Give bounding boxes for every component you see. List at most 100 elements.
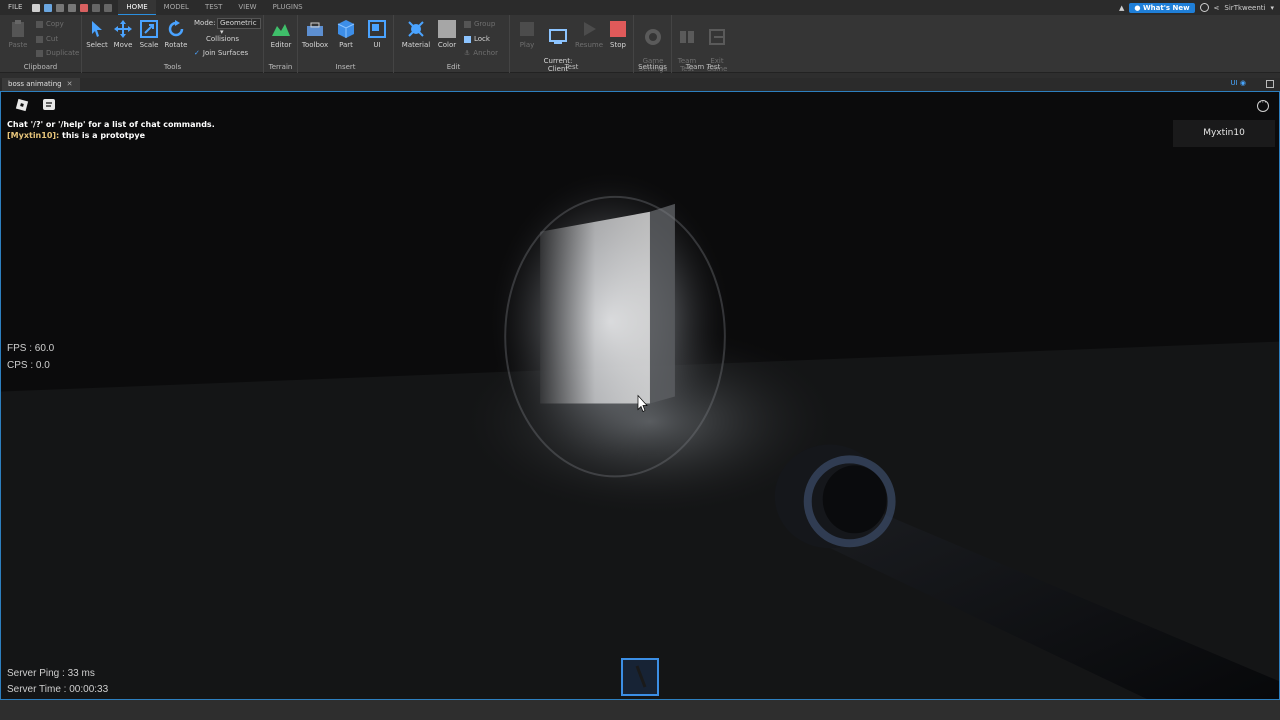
insert-group: Toolbox Part UI Insert [298,15,394,73]
status-bar [0,700,1280,720]
ui-toggle-label: UI [1230,79,1238,87]
roblox-studio-window: FILE HOME MODEL TEST VIEW PLUGINS ▲ ● Wh… [0,0,1280,720]
mode-label: Mode: [194,19,215,27]
help-icon[interactable] [1199,3,1209,12]
resume-button[interactable]: Resume [574,19,604,49]
stop-quick-icon[interactable] [80,3,89,12]
ui-icon [368,20,386,38]
toolbox-label: Toolbox [301,41,329,49]
terrain-editor-button[interactable]: Editor [266,19,296,49]
whats-new-button[interactable]: ● What's New [1129,2,1195,13]
more-options-icon[interactable] [1257,98,1269,112]
part-label: Part [339,41,353,49]
gear-icon [645,29,661,45]
menu-bar: FILE HOME MODEL TEST VIEW PLUGINS ▲ ● Wh… [0,0,1280,15]
move-label: Move [113,41,133,49]
clipboard-group: Paste Copy Cut Duplicate Clipboard [0,15,82,73]
player-list[interactable]: Myxtin10 [1173,120,1275,147]
checkmark-icon: ✓ [194,49,200,57]
open-icon[interactable] [44,3,53,12]
tab-test[interactable]: TEST [197,0,230,15]
hotbar-slot-flashlight[interactable] [621,658,659,696]
rotate-label: Rotate [164,41,188,49]
copy-button[interactable]: Copy [36,20,64,28]
publish-icon[interactable] [68,3,77,12]
exit-game-icon [709,29,725,45]
chevron-down-icon[interactable]: ▾ [1270,4,1274,12]
terrain-group: Editor Terrain [264,15,298,73]
part-button[interactable]: Part [331,19,361,49]
lock-button[interactable]: Lock [464,35,490,43]
undo-icon[interactable] [92,3,101,12]
play-button[interactable]: Play [512,19,542,49]
document-tab[interactable]: boss animating ✕ [2,78,81,91]
group-icon [464,20,471,28]
material-label: Material [401,41,431,49]
anchor-icon: ⚓ [464,49,471,57]
team-test-icon [680,31,694,43]
file-menu[interactable]: FILE [0,0,30,15]
duplicate-button[interactable]: Duplicate [36,49,79,57]
color-swatch-icon [438,20,456,38]
menubar-right: ▲ ● What's New ⋖ SirTkweenti ▾ [1119,2,1280,13]
tab-plugins[interactable]: PLUGINS [265,0,311,15]
share-icon[interactable]: ⋖ [1214,4,1220,12]
insert-group-label: Insert [335,63,356,71]
redo-icon[interactable] [104,3,113,12]
save-icon[interactable] [56,3,65,12]
rotate-icon [168,20,184,37]
scale-button[interactable]: Scale [134,19,164,49]
client-monitor-icon [549,29,567,44]
anchor-button[interactable]: ⚓ Anchor [464,49,498,57]
ui-label: UI [373,41,381,49]
server-time: Server Time : 00:00:33 [7,684,109,695]
chat-system-message: Chat '/?' or '/help' for a list of chat … [7,120,215,129]
new-file-icon[interactable] [32,3,41,12]
paste-icon [12,20,24,37]
roblox-menu-icon[interactable] [15,98,29,112]
username[interactable]: SirTkweenti [1224,4,1265,12]
game-viewport[interactable]: Chat '/?' or '/help' for a list of chat … [0,91,1280,700]
cut-button[interactable]: Cut [36,35,58,43]
anchor-label: Anchor [473,49,498,57]
stop-button[interactable]: Stop [603,19,633,49]
color-button[interactable]: Color [432,19,462,49]
game-scene [1,92,1279,699]
whats-new-label: What's New [1142,3,1190,12]
tab-model[interactable]: MODEL [156,0,197,15]
collapse-ribbon-icon[interactable]: ▲ [1119,4,1124,12]
copy-label: Copy [46,20,64,28]
paste-button[interactable]: Paste [3,19,33,49]
toolbox-button[interactable]: Toolbox [300,19,330,49]
select-label: Select [86,41,108,49]
close-icon[interactable]: ✕ [67,80,73,88]
chat-toggle-icon[interactable] [42,98,56,112]
flashlight-tool-icon [635,665,647,688]
stop-icon [610,21,626,37]
ui-visibility-toggle[interactable]: UI ◉ [1230,79,1246,87]
mode-dropdown[interactable]: Geometric ▾ [217,18,261,36]
duplicate-icon [36,49,43,57]
dock-icon[interactable] [1266,80,1274,88]
material-button[interactable]: Material [401,19,431,49]
tab-view[interactable]: VIEW [230,0,264,15]
terrain-icon [272,24,290,36]
document-tab-title: boss animating [8,80,62,88]
edit-group: Material Color Group Lock ⚓ Anchor Edit [398,15,510,73]
ribbon: Paste Copy Cut Duplicate Clipboard Selec… [0,15,1280,73]
test-group-label: Test [564,63,579,71]
tab-home[interactable]: HOME [118,0,156,15]
rotate-button[interactable]: Rotate [161,19,191,49]
cursor-icon [92,21,102,37]
material-icon [408,21,424,37]
terrain-group-label: Terrain [268,63,293,71]
paste-label: Paste [8,41,28,49]
copy-icon [36,20,43,28]
join-surfaces-toggle[interactable]: ✓ Join Surfaces [194,49,248,57]
join-surfaces-label: Join Surfaces [202,49,249,57]
group-button[interactable]: Group [464,20,495,28]
tools-group: Select Move Scale Rotate Mode: Geometric… [82,15,264,73]
ui-button[interactable]: UI [362,19,392,49]
scale-label: Scale [139,41,159,49]
collisions-toggle[interactable]: Collisions [196,35,239,43]
